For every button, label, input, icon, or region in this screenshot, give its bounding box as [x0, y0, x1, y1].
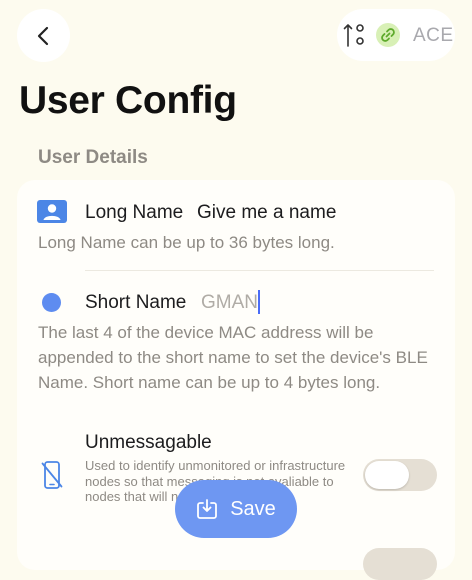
- page-title: User Config: [19, 79, 237, 122]
- save-button[interactable]: Save: [175, 480, 297, 538]
- chevron-left-icon: [37, 26, 48, 45]
- unmessagable-label: Unmessagable: [85, 432, 212, 453]
- sort-arrows-icon: [343, 24, 364, 47]
- divider: [85, 270, 434, 271]
- short-name-field[interactable]: GMAN: [201, 292, 258, 314]
- unmessagable-toggle[interactable]: [363, 459, 437, 491]
- phone-slash-icon: [41, 461, 63, 489]
- save-label: Save: [230, 497, 276, 520]
- short-name-label: Short Name: [85, 292, 187, 313]
- section-header: User Details: [38, 147, 148, 168]
- node-short-name: ACE: [413, 25, 454, 46]
- long-name-field[interactable]: Give me a name: [197, 202, 336, 224]
- toggle-knob: [365, 461, 409, 489]
- long-name-help: Long Name can be up to 36 bytes long.: [38, 233, 335, 252]
- link-icon: [376, 23, 400, 47]
- connection-status-pill[interactable]: ACE: [337, 9, 455, 61]
- back-button[interactable]: [17, 9, 70, 62]
- text-cursor: [258, 290, 260, 314]
- save-download-icon: [197, 499, 218, 519]
- long-name-label: Long Name: [85, 202, 184, 223]
- blue-dot-icon: [42, 293, 61, 312]
- person-card-icon: [37, 200, 67, 223]
- short-name-help: The last 4 of the device MAC address wil…: [38, 323, 428, 392]
- next-toggle[interactable]: [363, 548, 437, 580]
